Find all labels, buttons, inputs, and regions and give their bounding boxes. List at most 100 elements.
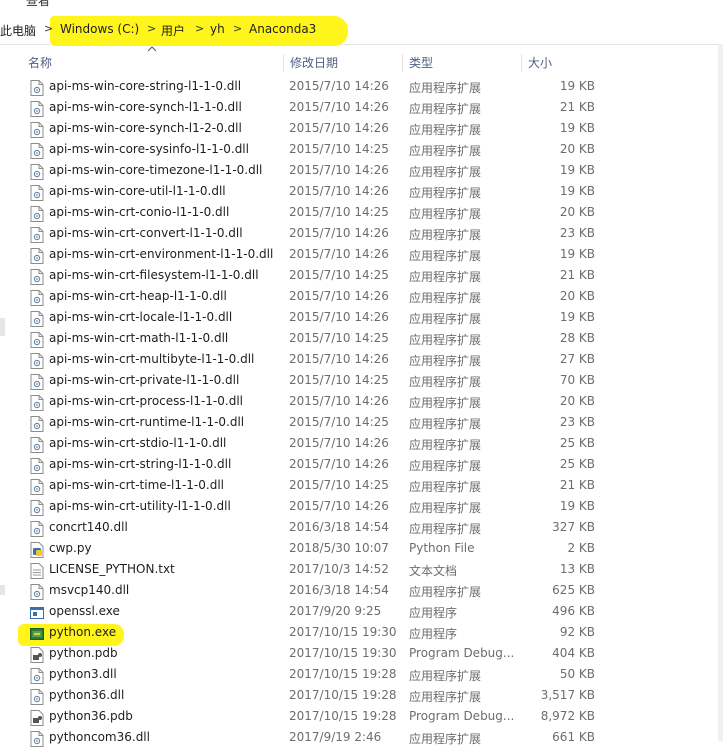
file-date: 2015/7/10 14:26 (289, 79, 389, 93)
dll-icon (30, 689, 44, 705)
chevron-right-icon[interactable]: > (195, 22, 204, 35)
table-row[interactable]: api-ms-win-crt-stdio-l1-1-0.dll 2015/7/10… (0, 434, 723, 455)
file-date: 2015/7/10 14:26 (289, 289, 389, 303)
table-row[interactable]: python.exe 2017/10/15 19:30 应用程序 92 KB (0, 623, 723, 644)
table-row[interactable]: LICENSE_PYTHON.txt 2017/10/3 14:52 文本文档 13 … (0, 560, 723, 581)
column-type-header[interactable]: 类型 (403, 54, 522, 72)
ribbon-view-tab[interactable]: 查看 (0, 0, 723, 8)
column-date-header[interactable]: 修改日期 (284, 54, 403, 72)
table-row[interactable]: api-ms-win-crt-heap-l1-1-0.dll 2015/7/10 … (0, 287, 723, 308)
file-date: 2015/7/10 14:26 (289, 436, 389, 450)
table-row[interactable]: api-ms-win-core-timezone-l1-1-0.dll 2015/… (0, 161, 723, 182)
file-date: 2015/7/10 14:26 (289, 100, 389, 114)
file-date: 2015/7/10 14:25 (289, 205, 389, 219)
file-name: api-ms-win-crt-process-l1-1-0.dll (49, 394, 243, 408)
file-date: 2015/7/10 14:26 (289, 184, 389, 198)
file-name: api-ms-win-crt-math-l1-1-0.dll (49, 331, 229, 345)
chevron-right-icon[interactable]: > (147, 22, 156, 35)
pdb-icon (30, 647, 44, 663)
file-name: api-ms-win-core-synch-l1-2-0.dll (49, 121, 242, 135)
column-name-header[interactable]: 名称 (22, 54, 284, 72)
file-name: openssl.exe (49, 604, 120, 618)
dll-icon (30, 269, 44, 285)
file-date: 2015/7/10 14:25 (289, 373, 389, 387)
file-type: 文本文档 (409, 564, 458, 578)
column-size-header[interactable]: 大小 (522, 54, 600, 72)
breadcrumb: 此电脑 > Windows (C:) > 用户 > yh > Anaconda3 (0, 14, 723, 46)
file-date: 2015/7/10 14:25 (289, 415, 389, 429)
file-name: api-ms-win-crt-string-l1-1-0.dll (49, 457, 232, 471)
table-row[interactable]: api-ms-win-core-sysinfo-l1-1-0.dll 2015/7… (0, 140, 723, 161)
breadcrumb-item-users[interactable]: 用户 (161, 22, 185, 39)
table-row[interactable]: python36.pdb 2017/10/15 19:28 Program Debu… (0, 707, 723, 728)
table-row[interactable]: python.pdb 2017/10/15 19:30 Program Debug.… (0, 644, 723, 665)
table-row[interactable]: api-ms-win-crt-process-l1-1-0.dll 2015/7/… (0, 392, 723, 413)
breadcrumb-item-yh[interactable]: yh (210, 22, 225, 36)
dll-icon (30, 479, 44, 495)
file-size: 23 KB (559, 415, 595, 429)
file-size: 19 KB (559, 79, 595, 93)
table-row[interactable]: api-ms-win-core-synch-l1-1-0.dll 2015/7/1… (0, 98, 723, 119)
table-row[interactable]: api-ms-win-crt-string-l1-1-0.dll 2015/7/1… (0, 455, 723, 476)
table-row[interactable]: api-ms-win-crt-environment-l1-1-0.dll 201… (0, 245, 723, 266)
table-row[interactable]: python36.dll 2017/10/15 19:28 应用程序扩展 3,517 … (0, 686, 723, 707)
table-row[interactable]: concrt140.dll 2016/3/18 14:54 应用程序扩展 327 KB (0, 518, 723, 539)
breadcrumb-item-drive[interactable]: Windows (C:) (60, 22, 139, 36)
breadcrumb-item-anaconda3[interactable]: Anaconda3 (249, 22, 316, 36)
table-row[interactable]: api-ms-win-crt-multibyte-l1-1-0.dll 2015/… (0, 350, 723, 371)
file-type: 应用程序扩展 (409, 186, 482, 200)
table-row[interactable]: api-ms-win-crt-filesystem-l1-1-0.dll 2015… (0, 266, 723, 287)
dll-icon (30, 227, 44, 243)
file-size: 8,972 KB (540, 709, 595, 723)
table-row[interactable]: cwp.py 2018/5/30 10:07 Python File 2 KB (0, 539, 723, 560)
file-date: 2015/7/10 14:26 (289, 352, 389, 366)
table-row[interactable]: openssl.exe 2017/9/20 9:25 应用程序 496 KB (0, 602, 723, 623)
table-row[interactable]: pythoncom36.dll 2017/9/19 2:46 应用程序扩展 661 K… (0, 728, 723, 749)
file-type: 应用程序扩展 (409, 354, 482, 368)
table-row[interactable]: api-ms-win-core-string-l1-1-0.dll 2015/7/… (0, 77, 723, 98)
dll-icon (30, 395, 44, 411)
file-size: 19 KB (559, 163, 595, 177)
table-row[interactable]: api-ms-win-crt-math-l1-1-0.dll 2015/7/10 … (0, 329, 723, 350)
table-row[interactable]: api-ms-win-crt-utility-l1-1-0.dll 2015/7/… (0, 497, 723, 518)
file-type: 应用程序扩展 (409, 249, 482, 263)
file-size: 23 KB (559, 226, 595, 240)
file-date: 2015/7/10 14:26 (289, 310, 389, 324)
file-name: python3.dll (49, 667, 117, 681)
table-row[interactable]: python3.dll 2017/10/15 19:28 应用程序扩展 50 KB (0, 665, 723, 686)
file-name: concrt140.dll (49, 520, 128, 534)
file-name: api-ms-win-crt-filesystem-l1-1-0.dll (49, 268, 259, 282)
table-row[interactable]: api-ms-win-crt-runtime-l1-1-0.dll 2015/7/… (0, 413, 723, 434)
file-name: pythoncom36.dll (49, 730, 150, 744)
file-name: api-ms-win-crt-private-l1-1-0.dll (49, 373, 240, 387)
dll-icon (30, 143, 44, 159)
file-type: 应用程序扩展 (409, 312, 482, 326)
file-name: api-ms-win-crt-multibyte-l1-1-0.dll (49, 352, 255, 366)
file-size: 19 KB (559, 247, 595, 261)
breadcrumb-root[interactable]: 此电脑 (0, 22, 36, 39)
file-type: 应用程序扩展 (409, 270, 482, 284)
table-row[interactable]: api-ms-win-crt-private-l1-1-0.dll 2015/7/… (0, 371, 723, 392)
dll-icon (30, 416, 44, 432)
file-type: 应用程序扩展 (409, 207, 482, 221)
table-row[interactable]: api-ms-win-core-util-l1-1-0.dll 2015/7/10… (0, 182, 723, 203)
file-name: python.exe (49, 625, 117, 639)
file-type: 应用程序扩展 (409, 228, 482, 242)
file-name: api-ms-win-crt-time-l1-1-0.dll (49, 478, 224, 492)
table-row[interactable]: msvcp140.dll 2016/3/18 14:54 应用程序扩展 625 KB (0, 581, 723, 602)
table-row[interactable]: api-ms-win-crt-locale-l1-1-0.dll 2015/7/1… (0, 308, 723, 329)
vertical-scrollbar[interactable] (718, 44, 723, 741)
file-size: 19 KB (559, 184, 595, 198)
file-type: 应用程序扩展 (409, 396, 482, 410)
file-name: api-ms-win-crt-utility-l1-1-0.dll (49, 499, 231, 513)
table-row[interactable]: api-ms-win-core-synch-l1-2-0.dll 2015/7/1… (0, 119, 723, 140)
table-row[interactable]: api-ms-win-crt-convert-l1-1-0.dll 2015/7/… (0, 224, 723, 245)
table-row[interactable]: api-ms-win-crt-time-l1-1-0.dll 2015/7/10 … (0, 476, 723, 497)
table-row[interactable]: api-ms-win-crt-conio-l1-1-0.dll 2015/7/10… (0, 203, 723, 224)
chevron-right-icon[interactable]: > (233, 22, 242, 35)
view-tab-label: 查看 (26, 0, 51, 8)
file-type: Program Debug... (409, 709, 515, 723)
chevron-right-icon[interactable]: > (44, 22, 53, 35)
dll-icon (30, 458, 44, 474)
file-name: api-ms-win-crt-stdio-l1-1-0.dll (49, 436, 227, 450)
